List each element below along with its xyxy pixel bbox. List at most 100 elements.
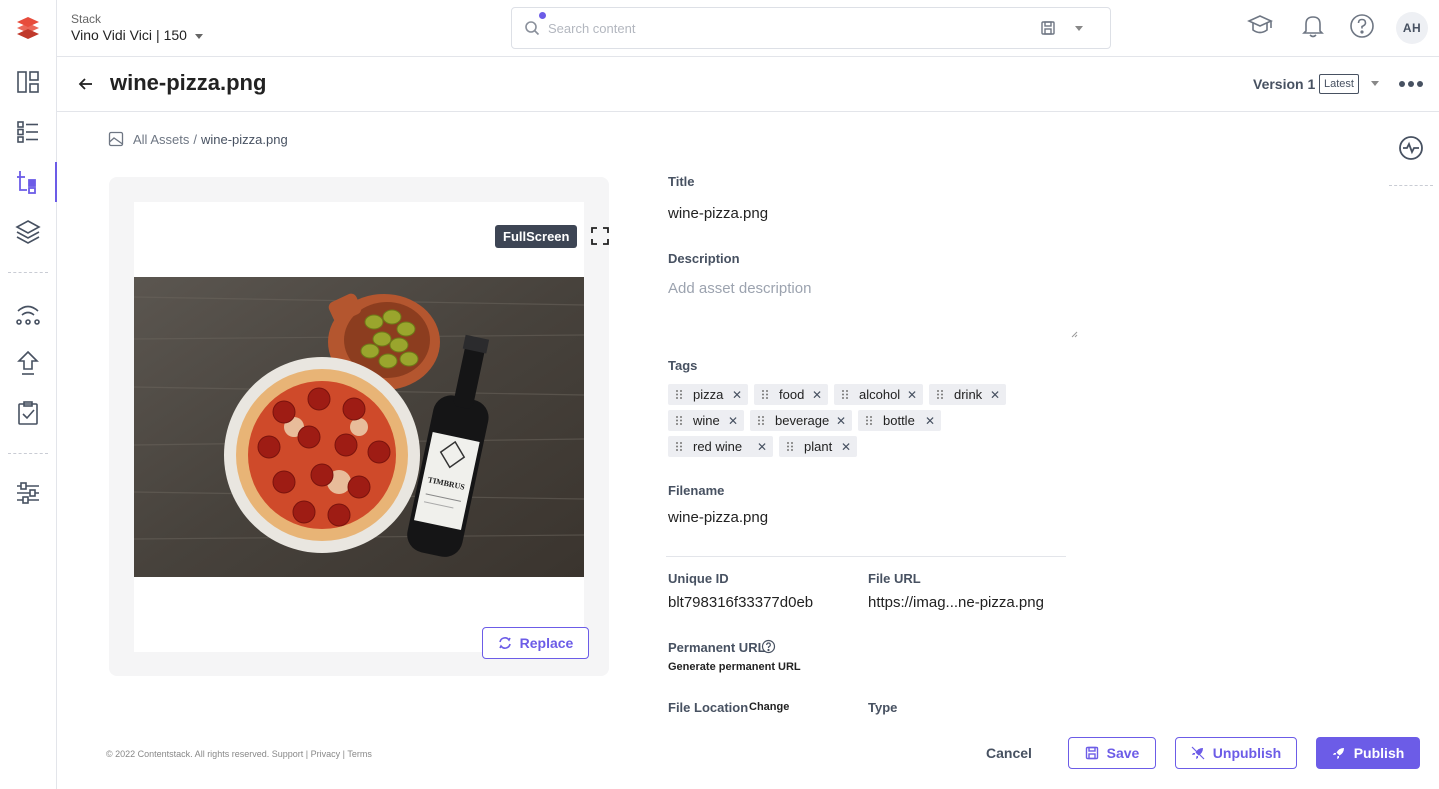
change-location-link[interactable]: Change [749,701,789,713]
drag-handle-icon[interactable] [761,389,769,400]
unpublish-rocket-icon [1191,746,1205,760]
activity-separator [1389,185,1433,186]
releases-icon[interactable] [14,299,42,327]
search-input[interactable] [548,18,1028,38]
replace-label: Replace [519,635,574,651]
copyright-text: © 2022 Contentstack. All rights reserved… [106,749,270,759]
publish-label: Publish [1353,745,1405,761]
support-link[interactable]: Support [272,749,304,759]
breadcrumb: All Assets / wine-pizza.png [108,131,288,147]
drag-handle-icon[interactable] [786,441,794,452]
file-url-value[interactable]: https://imag...ne-pizza.png [868,594,1044,611]
page-title: wine-pizza.png [110,70,267,95]
title-value[interactable]: wine-pizza.png [668,205,768,222]
drag-handle-icon[interactable] [936,389,944,400]
tag-chip[interactable]: beverage ✕ [750,410,852,431]
footer-separator: | [342,749,346,759]
tag-label: bottle [883,413,915,428]
back-arrow-icon[interactable] [77,75,95,93]
drag-handle-icon[interactable] [675,441,683,452]
publish-button[interactable]: Publish [1316,737,1420,769]
drag-handle-icon[interactable] [675,389,683,400]
help-circle-icon[interactable] [761,639,776,654]
academy-icon[interactable] [1246,12,1274,40]
tag-chip[interactable]: pizza ✕ [668,384,748,405]
close-icon[interactable]: ✕ [836,414,846,428]
tag-label: beverage [775,413,830,428]
filename-value[interactable]: wine-pizza.png [668,509,768,526]
tag-label: red wine [693,439,743,454]
cancel-label: Cancel [986,745,1032,761]
avatar[interactable]: AH [1396,12,1428,44]
terms-link[interactable]: Terms [347,749,372,759]
tasks-icon[interactable] [14,399,42,427]
save-icon [1085,746,1098,760]
cancel-button[interactable]: Cancel [976,737,1042,769]
version-label[interactable]: Version 1 [1253,76,1315,92]
tag-chip[interactable]: plant ✕ [779,436,857,457]
version-dropdown-icon[interactable] [1371,81,1379,86]
stack-selector[interactable]: Vino Vidi Vici | 150 [71,27,203,43]
resize-handle-icon[interactable] [1070,330,1078,338]
rail-separator [8,453,48,454]
tag-chip[interactable]: drink ✕ [929,384,1006,405]
close-icon[interactable]: ✕ [757,440,767,454]
save-button[interactable]: Save [1068,737,1156,769]
tag-chip[interactable]: red wine ✕ [668,436,773,457]
breadcrumb-root[interactable]: All Assets [133,132,189,147]
expand-icon[interactable] [590,226,610,246]
tag-label: food [779,387,805,402]
privacy-link[interactable]: Privacy [311,749,341,759]
close-icon[interactable]: ✕ [925,414,935,428]
help-icon[interactable] [1348,12,1376,40]
close-icon[interactable]: ✕ [990,388,1000,402]
file-url-label: File URL [868,571,921,586]
save-label: Save [1106,745,1140,761]
close-icon[interactable]: ✕ [728,414,738,428]
close-icon[interactable]: ✕ [732,388,742,402]
file-location-label: File Location [668,700,749,715]
stack-label: Stack [71,12,102,26]
close-icon[interactable]: ✕ [841,440,851,454]
rail-separator [8,272,48,273]
drag-handle-icon[interactable] [841,389,849,400]
tag-label: wine [693,413,720,428]
more-options-icon[interactable] [1398,79,1424,89]
dashboard-icon[interactable] [14,68,42,96]
fullscreen-button[interactable]: FullScreen [495,225,578,248]
asset-image[interactable]: TIMBRUS [134,277,584,577]
saved-search-icon[interactable] [1040,20,1056,36]
search-indicator-dot [539,12,546,19]
unpublish-button[interactable]: Unpublish [1175,737,1297,769]
image-asset-icon [108,131,124,147]
tag-label: drink [954,387,983,402]
description-input[interactable]: Add asset description [668,280,811,297]
drag-handle-icon[interactable] [865,415,873,426]
generate-permanent-url-link[interactable]: Generate permanent URL [668,661,801,673]
settings-icon[interactable] [14,479,42,507]
section-divider [666,556,1066,557]
search-bar [511,7,1111,49]
close-icon[interactable]: ✕ [907,388,917,402]
content-models-icon[interactable] [14,118,42,146]
tag-chip[interactable]: food ✕ [754,384,828,405]
rocket-icon [1332,748,1344,759]
contentstack-logo-icon[interactable] [14,14,42,42]
drag-handle-icon[interactable] [675,415,683,426]
tag-chip[interactable]: bottle ✕ [858,410,941,431]
tag-chip[interactable]: alcohol ✕ [834,384,923,405]
bell-icon[interactable] [1299,12,1327,40]
drag-handle-icon[interactable] [757,415,765,426]
permanent-url-label: Permanent URL [668,640,766,655]
type-label: Type [868,700,898,715]
version-badge: Latest [1319,74,1359,94]
close-icon[interactable]: ✕ [812,388,822,402]
deploy-icon[interactable] [14,349,42,377]
entries-icon[interactable] [14,168,42,196]
tag-chip[interactable]: wine ✕ [668,410,744,431]
assets-icon[interactable] [14,218,42,246]
filename-label: Filename [668,483,725,498]
replace-button[interactable]: Replace [482,627,589,659]
activity-icon[interactable] [1398,135,1424,161]
search-filter-dropdown[interactable] [1075,26,1083,31]
